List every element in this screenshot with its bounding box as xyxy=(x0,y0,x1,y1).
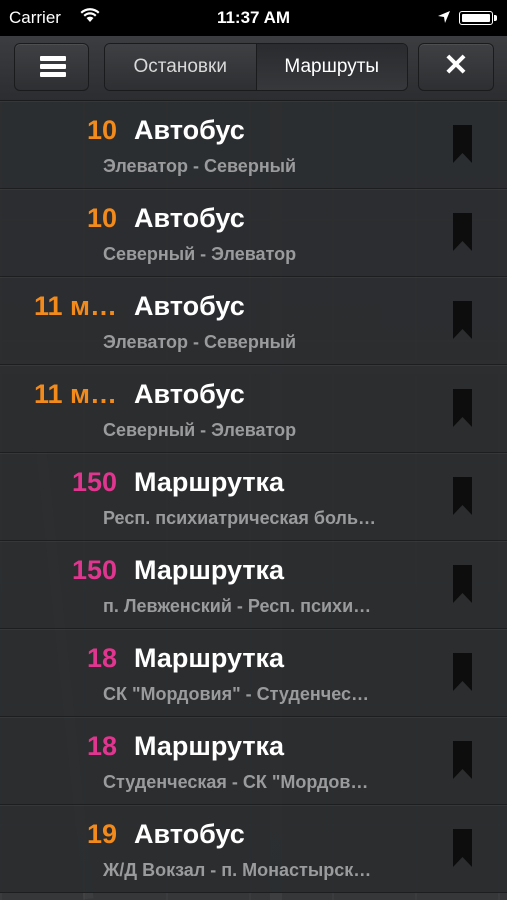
route-type: Маршрутка xyxy=(134,467,285,497)
bookmark-icon[interactable] xyxy=(453,741,472,779)
route-row[interactable]: 18 Маршрутка СК "Мордовия" - Студенчес… xyxy=(0,629,507,717)
route-row[interactable]: 150 Маршрутка п. Левженский - Респ. психи… xyxy=(0,541,507,629)
bookmark-icon[interactable] xyxy=(453,389,472,427)
route-row[interactable]: 150 Маршрутка Респ. психиатрическая боль… xyxy=(0,453,507,541)
tab-routes[interactable]: Маршруты xyxy=(256,44,407,90)
routes-list: 10 Автобус Элеватор - Северный 10 Автобус Сев… xyxy=(0,101,507,893)
bookmark-icon[interactable] xyxy=(453,829,472,867)
bookmark-icon[interactable] xyxy=(453,565,472,603)
route-type: Автобус xyxy=(134,115,245,145)
route-path: СК "Мордовия" - Студенчес… xyxy=(103,684,370,704)
route-number: 150 xyxy=(71,467,117,497)
route-path: Респ. психиатрическая боль… xyxy=(103,508,377,528)
close-icon: ✕ xyxy=(443,49,469,82)
route-row[interactable]: 11 м… Автобус Элеватор - Северный xyxy=(0,277,507,365)
route-row[interactable]: 11 м… Автобус Северный - Элеватор xyxy=(0,365,507,453)
close-button[interactable]: ✕ xyxy=(418,43,494,91)
route-number: 10 xyxy=(86,203,117,233)
bookmark-icon[interactable] xyxy=(453,653,472,691)
route-row[interactable]: 10 Автобус Элеватор - Северный xyxy=(0,101,507,189)
clock: 11:37 AM xyxy=(216,8,291,27)
segmented-control: Остановки Маршруты xyxy=(104,43,408,91)
route-path: Элеватор - Северный xyxy=(103,332,297,352)
route-path: Студенческая - СК "Мордов… xyxy=(103,772,369,792)
route-type: Автобус xyxy=(134,379,245,409)
route-type: Маршрутка xyxy=(134,731,285,761)
route-path: п. Левженский - Респ. психи… xyxy=(103,596,372,616)
route-row[interactable]: 18 Маршрутка Студенческая - СК "Мордов… xyxy=(0,717,507,805)
route-type: Маршрутка xyxy=(134,555,285,585)
route-number: 11 м… xyxy=(33,291,117,321)
menu-button[interactable] xyxy=(14,43,89,91)
route-number: 19 xyxy=(86,819,117,849)
route-type: Автобус xyxy=(134,819,245,849)
route-number: 18 xyxy=(86,643,117,673)
bookmark-icon[interactable] xyxy=(453,301,472,339)
route-path: Северный - Элеватор xyxy=(103,420,297,440)
route-number: 10 xyxy=(86,115,117,145)
toolbar: Остановки Маршруты ✕ xyxy=(0,36,507,101)
route-type: Автобус xyxy=(134,203,245,233)
tab-stops[interactable]: Остановки xyxy=(105,44,257,90)
battery-icon xyxy=(459,11,497,25)
route-number: 11 м… xyxy=(33,379,117,409)
route-row[interactable]: 10 Автобус Северный - Элеватор xyxy=(0,189,507,277)
route-number: 18 xyxy=(86,731,117,761)
route-type: Маршрутка xyxy=(134,643,285,673)
location-arrow-icon xyxy=(438,11,450,23)
route-path: Северный - Элеватор xyxy=(103,244,297,264)
bookmark-icon[interactable] xyxy=(453,125,472,163)
bookmark-icon[interactable] xyxy=(453,213,472,251)
route-path: Элеватор - Северный xyxy=(103,156,297,176)
route-path: Ж/Д Вокзал - п. Монастырск… xyxy=(103,860,372,880)
route-type: Автобус xyxy=(134,291,245,321)
status-bar: Carrier 11:37 AM xyxy=(0,0,507,36)
route-row[interactable]: 19 Автобус Ж/Д Вокзал - п. Монастырск… xyxy=(0,805,507,893)
bookmark-icon[interactable] xyxy=(453,477,472,515)
route-number: 150 xyxy=(71,555,117,585)
hamburger-icon xyxy=(40,56,66,78)
